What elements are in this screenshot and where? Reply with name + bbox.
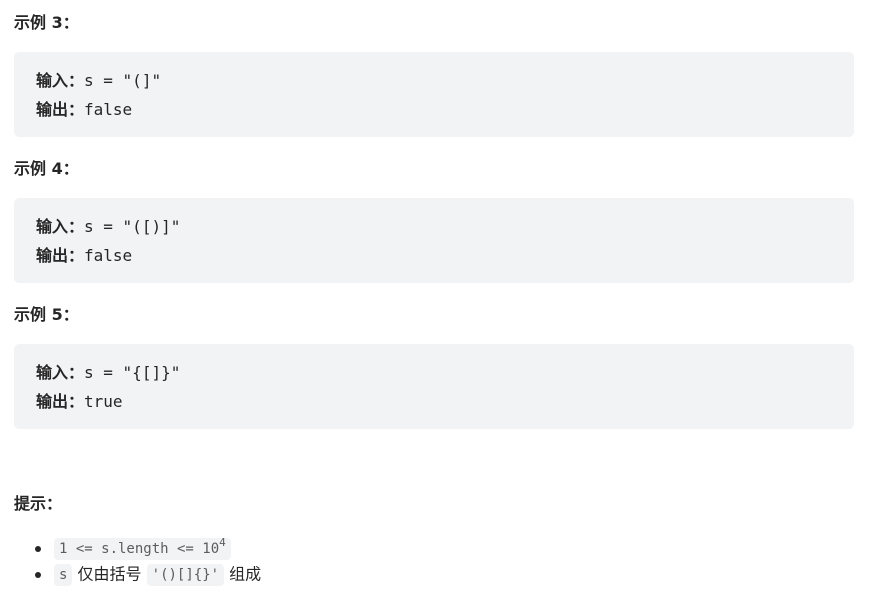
constraints-heading: 提示： xyxy=(14,494,63,513)
input-line: 输入：s = "([)]" xyxy=(36,212,832,241)
example-code-block: 输入：s = "{[]}" 输出：true xyxy=(14,344,854,429)
example-code-block: 输入：s = "(]" 输出：false xyxy=(14,52,854,137)
example-5: 示例 5： 输入：s = "{[]}" 输出：true xyxy=(14,304,854,429)
output-value: true xyxy=(84,392,123,411)
length-constraint-code: 1 <= s.length <= 104 xyxy=(54,535,231,560)
input-value: s = "([)]" xyxy=(84,217,181,236)
output-value: false xyxy=(84,246,133,265)
example-heading: 示例 4： xyxy=(14,159,79,178)
constraints-section: 提示： 1 <= s.length <= 104 s 仅由括号 '()[]{}'… xyxy=(14,493,854,587)
input-label: 输入： xyxy=(36,71,85,90)
s-code: s xyxy=(54,563,73,586)
constraints-list: 1 <= s.length <= 104 s 仅由括号 '()[]{}' 组成 xyxy=(0,535,854,587)
output-label: 输出： xyxy=(36,392,85,411)
output-label: 输出： xyxy=(36,246,85,265)
input-line: 输入：s = "(]" xyxy=(36,66,832,95)
input-value: s = "(]" xyxy=(84,71,162,90)
length-constraint-text: 1 <= s.length <= 10 xyxy=(59,540,220,557)
exponent: 4 xyxy=(219,535,226,549)
input-line: 输入：s = "{[]}" xyxy=(36,358,832,387)
brackets-code: '()[]{}' xyxy=(146,563,225,586)
chars-text: 仅由括号 xyxy=(77,564,142,584)
output-label: 输出： xyxy=(36,100,85,119)
output-line: 输出：true xyxy=(36,387,832,416)
example-heading: 示例 5： xyxy=(14,305,79,324)
output-line: 输出：false xyxy=(36,241,832,270)
input-label: 输入： xyxy=(36,217,85,236)
example-heading: 示例 3： xyxy=(14,13,79,32)
constraint-item-length: 1 <= s.length <= 104 xyxy=(0,535,854,561)
example-code-block: 输入：s = "([)]" 输出：false xyxy=(14,198,854,283)
input-value: s = "{[]}" xyxy=(84,363,181,382)
example-4: 示例 4： 输入：s = "([)]" 输出：false xyxy=(14,158,854,283)
chars-suffix: 组成 xyxy=(229,564,262,584)
output-value: false xyxy=(84,100,133,119)
constraint-item-chars: s 仅由括号 '()[]{}' 组成 xyxy=(0,561,854,587)
output-line: 输出：false xyxy=(36,95,832,124)
example-3: 示例 3： 输入：s = "(]" 输出：false xyxy=(14,12,854,137)
input-label: 输入： xyxy=(36,363,85,382)
